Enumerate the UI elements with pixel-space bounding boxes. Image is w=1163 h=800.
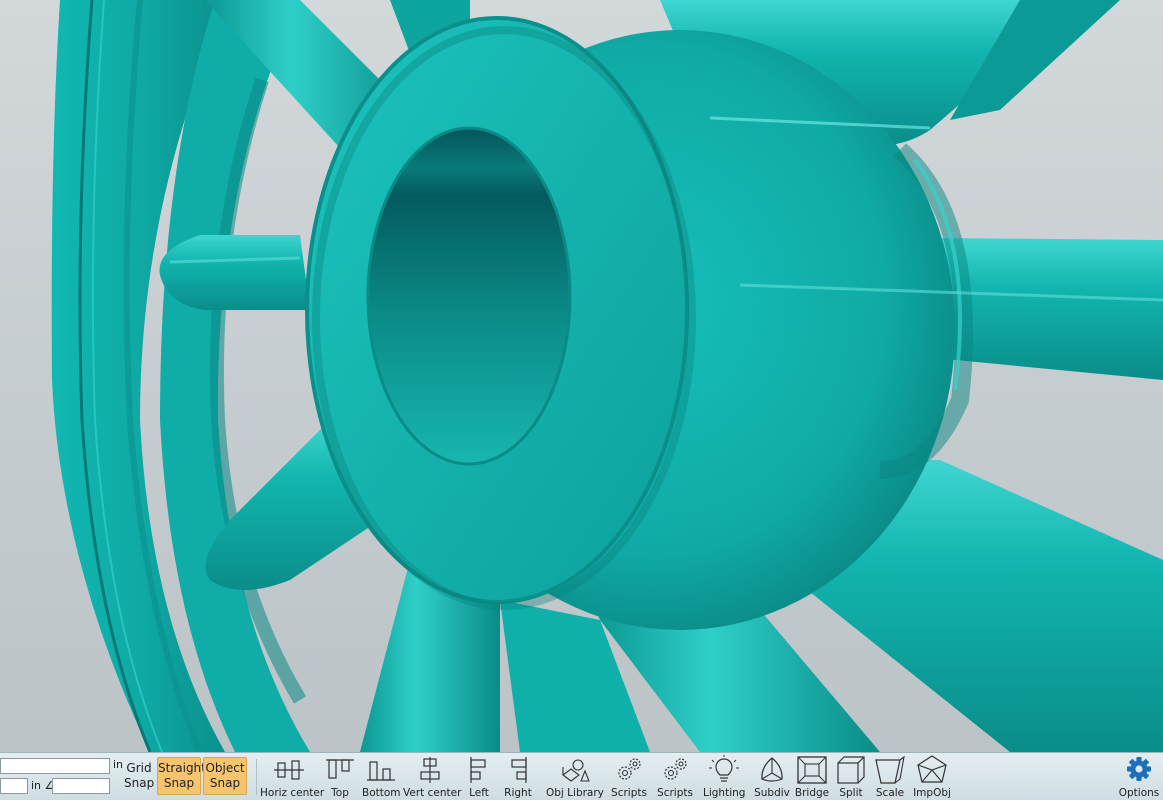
grid-snap-line2: Snap [124,776,155,790]
obj-library-label: Obj Library [546,787,604,799]
scripts-button-2[interactable]: Scripts [655,755,695,799]
straight-snap-line1: Straight [158,761,206,775]
obj-library-button[interactable]: Obj Library [546,755,604,799]
bridge-icon [797,756,827,784]
split-icon [837,756,865,784]
scale-label: Scale [875,787,905,799]
split-button[interactable]: Split [833,755,869,799]
object-snap-button[interactable]: Object Snap [203,757,247,795]
horiz-center-icon [274,760,304,780]
horiz-center-button[interactable]: Horiz center [260,755,325,799]
subdiv-icon [761,757,783,782]
options-button[interactable]: Options [1118,755,1160,799]
bridge-button[interactable]: Bridge [794,755,830,799]
options-label: Options [1118,787,1160,799]
scripts-gears-icon [618,758,641,780]
impobj-label: ImpObj [913,787,951,799]
scripts-button-1[interactable]: Scripts [609,755,649,799]
impobj-button[interactable]: ImpObj [912,755,952,799]
scale-button[interactable]: Scale [872,755,908,799]
grid-snap-line1: Grid [126,761,152,775]
3d-viewport[interactable] [0,0,1163,752]
obj-library-icon [562,759,590,782]
align-left-icon [470,757,486,783]
object-snap-line2: Snap [209,776,241,790]
subdiv-label: Subdiv [754,787,790,799]
align-left-button[interactable]: Left [462,755,496,799]
scripts-gears-icon [664,758,687,780]
align-bottom-icon [367,761,395,781]
lighting-label: Lighting [703,787,746,799]
bottom-toolbar: in in ∠ Grid Snap Straight Snap Object S… [0,752,1163,800]
wheel-model[interactable] [0,0,1163,752]
scripts-label-2: Scripts [657,787,693,799]
align-right-label: Right [504,787,532,799]
grid-snap-toggle[interactable]: Grid Snap [124,761,154,791]
lightbulb-icon [709,755,739,782]
angle-unit-label: in ∠ [31,779,55,792]
align-top-icon [326,759,354,779]
align-top-label: Top [331,787,349,799]
impobj-icon [917,755,947,783]
vert-center-label: Vert center [403,787,462,799]
straight-snap-line2: Snap [163,776,195,790]
align-bottom-label: Bottom [362,787,401,799]
align-right-button[interactable]: Right [500,755,536,799]
split-label: Split [839,787,863,799]
lighting-button[interactable]: Lighting [703,755,745,799]
angle-distance-input[interactable] [0,778,28,794]
scripts-label-1: Scripts [611,787,647,799]
distance-input[interactable] [0,758,110,774]
distance-unit-label: in [113,758,124,771]
align-top-button[interactable]: Top [322,755,358,799]
align-left-label: Left [469,787,489,799]
vert-center-button[interactable]: Vert center [403,755,462,799]
toolbar-separator [256,759,257,795]
object-snap-line1: Object [205,761,245,775]
align-bottom-button[interactable]: Bottom [362,755,401,799]
align-right-icon [511,757,527,783]
straight-snap-button[interactable]: Straight Snap [157,757,206,795]
bridge-label: Bridge [794,787,830,799]
angle-input[interactable] [52,778,110,794]
subdiv-button[interactable]: Subdiv [753,755,791,799]
horiz-center-label: Horiz center [260,787,325,799]
scale-icon [875,755,905,784]
vert-center-icon [420,757,440,783]
gear-icon [1127,757,1151,781]
